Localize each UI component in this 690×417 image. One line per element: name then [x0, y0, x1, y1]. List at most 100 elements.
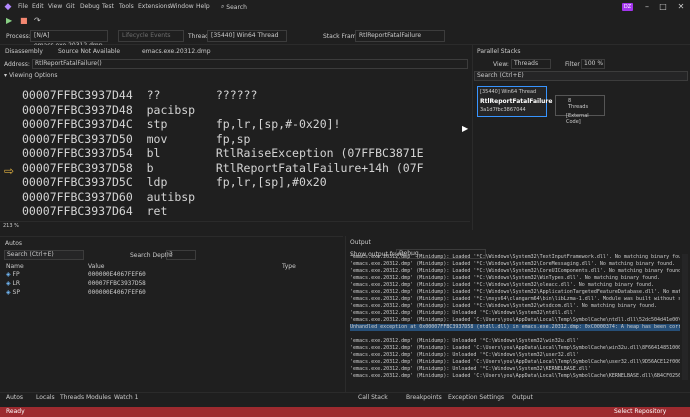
table-row[interactable]: ◈ FP: [6, 270, 20, 279]
global-search[interactable]: ⌕ Search: [221, 2, 261, 12]
output-line: 'emacs.exe.20312.dmp' (Minidump): Loaded…: [350, 296, 680, 302]
tab-watch1[interactable]: Watch 1: [114, 394, 138, 401]
autos-search-input[interactable]: Search (Ctrl+E): [4, 250, 84, 260]
disassembly-line[interactable]: 00007FFBC3937D60 autibsp: [22, 190, 216, 204]
parallel-search-input[interactable]: Search (Ctrl+E): [474, 71, 688, 81]
output-line: 'emacs.exe.20312.dmp' (Minidump): Loaded…: [350, 261, 676, 267]
menu-extensions[interactable]: Extensions: [138, 3, 171, 10]
user-avatar[interactable]: DZ: [622, 3, 633, 11]
toolbar-icons-row: ▶ ■ ↷: [0, 14, 690, 28]
address-label: Address:: [4, 61, 30, 68]
tab-source-not-available[interactable]: Source Not Available: [58, 48, 120, 55]
autos-panel: Autos Search (Ctrl+E) Search Depth: 3: [0, 236, 343, 392]
thread-combo[interactable]: [35440] Win64 Thread: [207, 30, 287, 42]
output-line: 'emacs.exe.20312.dmp' (Minidump): Unload…: [350, 352, 579, 358]
output-line: 'emacs.exe.20312.dmp' (Minidump): Loaded…: [350, 359, 680, 365]
lifecycle-events-combo[interactable]: Lifecycle Events: [118, 30, 184, 42]
process-combo[interactable]: [N/A] emacs.exe.20312.dmp: [30, 30, 108, 49]
thread-card[interactable]: [35440] Win64 Thread RtlReportFatalFailu…: [477, 86, 552, 117]
visual-studio-logo-icon: ◆: [4, 2, 12, 12]
output-text[interactable]: 'emacs.exe.20312.dmp' (Minidump): Loaded…: [350, 254, 680, 380]
disassembly-line[interactable]: 00007FFBC3937D58 b RtlReportFatalFailure…: [22, 161, 424, 175]
table-row[interactable]: ◈ SP: [6, 288, 20, 297]
maximize-icon[interactable]: □: [656, 1, 670, 13]
row-value: 00007FFBC3937D58: [88, 280, 146, 287]
disassembly-line[interactable]: 00007FFBC3937D44 ?? ??????: [22, 88, 257, 102]
disassembly-line[interactable]: 00007FFBC3937D4C stp fp,lr,[sp,#-0x20]!: [22, 117, 341, 131]
view-combo[interactable]: Threads: [511, 59, 551, 69]
output-line: 'emacs.exe.20312.dmp' (Minidump): Unload…: [350, 310, 576, 316]
output-line: 'emacs.exe.20312.dmp' (Minidump): Unload…: [350, 366, 591, 372]
output-line: 'emacs.exe.20312.dmp' (Minidump): Loaded…: [350, 282, 655, 288]
tab-exception-settings[interactable]: Exception Settings: [448, 394, 504, 401]
status-ready: Ready: [6, 408, 25, 415]
col-type[interactable]: Type: [282, 263, 296, 272]
menu-debug[interactable]: Debug: [80, 3, 100, 10]
card-thread: [35440] Win64 Thread: [480, 89, 537, 95]
menu-git[interactable]: Git: [66, 3, 75, 10]
output-line: 'emacs.exe.20312.dmp' (Minidump): Loaded…: [350, 275, 661, 281]
register-icon: ◈: [6, 289, 11, 296]
output-line: 'emacs.exe.20312.dmp' (Minidump): Loaded…: [350, 303, 658, 309]
menu-file[interactable]: File: [18, 3, 28, 10]
autos-title: Autos: [5, 240, 23, 247]
menu-help[interactable]: Help: [196, 3, 210, 10]
disassembly-tabstrip: Disassembly Source Not Available emacs.e…: [0, 45, 470, 57]
output-line: 'emacs.exe.20312.dmp' (Minidump): Loaded…: [350, 373, 680, 379]
select-repository[interactable]: Select Repository: [614, 407, 666, 417]
row-value: 000000E4067FEF60: [88, 271, 146, 278]
tab-output[interactable]: Output: [512, 394, 533, 401]
stack-frame-combo[interactable]: RtlReportFatalFailure: [355, 30, 445, 42]
close-icon[interactable]: ✕: [674, 1, 688, 13]
process-label: Process:: [6, 33, 31, 40]
disassembly-code[interactable]: 00007FFBC3937D44 ?? ?????? 00007FFBC3937D…: [0, 80, 470, 220]
viewing-options-toggle[interactable]: ▾ Viewing Options: [4, 72, 58, 79]
menu-edit[interactable]: Edit: [32, 3, 44, 10]
disassembly-line[interactable]: 00007FFBC3937D48 pacibsp: [22, 103, 216, 117]
zoom-indicator[interactable]: 213 %: [0, 221, 470, 230]
threads-card[interactable]: 8 Threads [External Code]: [555, 95, 605, 125]
menu-test[interactable]: Test: [102, 3, 114, 10]
output-line: 'emacs.exe.20312.dmp' (Minidump): Loaded…: [350, 289, 680, 295]
status-bar: Ready Select Repository: [0, 407, 690, 417]
menu-view[interactable]: View: [48, 3, 62, 10]
disassembly-line[interactable]: 00007FFBC3937D64 ret: [22, 204, 216, 218]
menu-window[interactable]: Window: [170, 3, 194, 10]
row-value: 000000E4067FEF60: [88, 289, 146, 296]
tab-dump[interactable]: emacs.exe.20312.dmp: [142, 48, 211, 55]
output-line: 'emacs.exe.20312.dmp' (Minidump): Unload…: [350, 338, 579, 344]
tab-modules[interactable]: Modules: [86, 394, 111, 401]
disassembly-line[interactable]: 00007FFBC3937D5C ldp fp,lr,[sp],#0x20: [22, 175, 327, 189]
step-over-icon[interactable]: ↷: [34, 16, 41, 25]
disassembly-line[interactable]: 00007FFBC3937D54 bl RtlRaiseException (0…: [22, 146, 424, 160]
parallel-stacks-title: Parallel Stacks: [477, 48, 521, 55]
chevron-down-icon: ▾: [4, 72, 8, 79]
minimize-icon[interactable]: –: [640, 1, 654, 13]
continue-icon[interactable]: ▶: [6, 16, 12, 25]
address-input[interactable]: RtlReportFatalFailure(): [32, 59, 468, 69]
tab-disassembly[interactable]: Disassembly: [5, 48, 43, 55]
search-depth-combo[interactable]: 3: [166, 250, 196, 260]
disassembly-line[interactable]: 00007FFBC3937D50 mov fp,sp: [22, 132, 250, 146]
card-frame[interactable]: RtlReportFatalFailure: [478, 97, 552, 106]
tab-call-stack[interactable]: Call Stack: [358, 394, 388, 401]
search-icon: ⌕: [221, 3, 225, 10]
output-scrollbar[interactable]: [682, 254, 688, 380]
tab-breakpoints[interactable]: Breakpoints: [406, 394, 442, 401]
output-line: 'emacs.exe.20312.dmp' (Minidump): Loaded…: [350, 268, 680, 274]
tab-locals[interactable]: Locals: [36, 394, 55, 401]
zoom-combo[interactable]: 100 %: [581, 59, 605, 69]
tab-threads[interactable]: Threads: [60, 394, 84, 401]
register-icon: ◈: [6, 271, 11, 278]
tab-autos[interactable]: Autos: [6, 394, 23, 401]
register-icon: ◈: [6, 280, 11, 287]
table-row[interactable]: ◈ LR: [6, 279, 20, 288]
output-line: 'emacs.exe.20312.dmp' (Minidump): Loaded…: [350, 345, 680, 351]
card-address: 3a1d7fbc3867044: [480, 107, 526, 113]
output-line: 'emacs.exe.20312.dmp' (Minidump): Loaded…: [350, 254, 680, 260]
filter-button[interactable]: Filter: [565, 61, 580, 68]
stop-icon[interactable]: ■: [20, 16, 28, 25]
menu-tools[interactable]: Tools: [119, 3, 134, 10]
output-title: Output: [350, 239, 371, 246]
current-instruction-arrow-icon: ⇨: [4, 164, 15, 178]
